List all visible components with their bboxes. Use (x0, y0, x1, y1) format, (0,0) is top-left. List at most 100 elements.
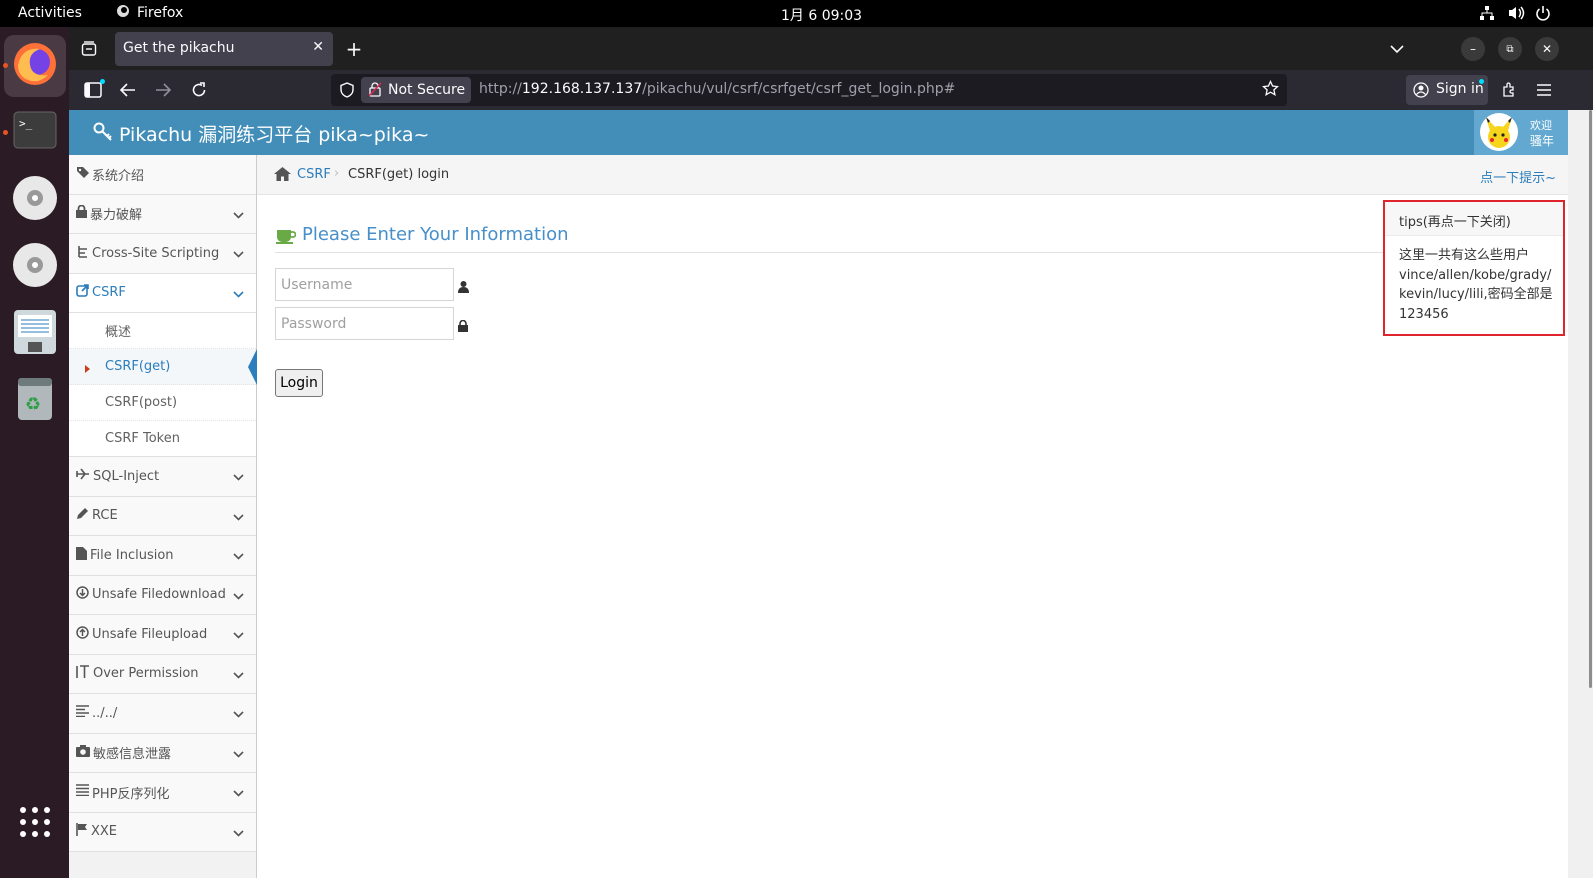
coffee-icon (276, 228, 297, 248)
dock-text-editor[interactable] (10, 309, 60, 359)
sidebar-item-unsafe-fileupload[interactable]: Unsafe Fileupload (69, 615, 256, 655)
scrollbar-thumb[interactable] (1589, 110, 1592, 688)
maximize-window-icon[interactable]: ⧉ (1498, 37, 1522, 61)
breadcrumb-current: CSRF(get) login (348, 167, 450, 182)
user-menu[interactable]: 欢迎 骚年 (1474, 110, 1568, 155)
url-bar[interactable]: Not Secure http://192.168.137.137/pikach… (331, 74, 1287, 106)
tab-title: Get the pikachu (123, 40, 235, 56)
sidebar-item-intro[interactable]: 系统介绍 (69, 155, 256, 195)
chevron-down-icon (233, 628, 244, 643)
tab-overview-icon[interactable] (77, 37, 101, 61)
system-top-bar: Activities Firefox 1月 6 09:03 (0, 0, 1593, 27)
back-icon[interactable] (116, 78, 140, 102)
sidebar-item-rce[interactable]: RCE (69, 496, 256, 536)
show-apps-button[interactable] (10, 799, 60, 849)
terminal-icon: >_ (13, 111, 57, 153)
sidebar-sub-csrf-post[interactable]: CSRF(post) (69, 385, 256, 421)
list-all-tabs-icon[interactable] (1385, 37, 1409, 61)
optical-disc-icon (12, 175, 58, 225)
list-icon (76, 784, 89, 800)
sidebar-item-xss[interactable]: Cross-Site Scripting (69, 234, 256, 274)
dock-trash[interactable]: ♻ (10, 376, 60, 426)
upload-icon (76, 626, 89, 643)
notification-dot (100, 79, 105, 84)
sidebar-sub-overview[interactable]: 概述 (69, 313, 256, 349)
url-text[interactable]: http://192.168.137.137/pikachu/vul/csrf/… (479, 81, 955, 97)
key-icon (93, 122, 113, 146)
page-scrollbar[interactable] (1568, 110, 1593, 878)
chevron-down-icon (233, 668, 244, 683)
not-secure-indicator[interactable]: Not Secure (361, 77, 471, 103)
password-input[interactable] (275, 307, 454, 340)
dock-disc-2[interactable] (10, 242, 60, 292)
chevron-down-icon (233, 208, 244, 223)
login-button[interactable]: Login (275, 369, 323, 397)
breadcrumb: CSRF › CSRF(get) login 点一下提示~ (257, 155, 1568, 195)
power-icon[interactable] (1535, 5, 1551, 25)
forward-icon[interactable] (151, 78, 175, 102)
activities-button[interactable]: Activities (18, 5, 82, 21)
sidebar-item-sql-inject[interactable]: SQL-Inject (69, 457, 256, 497)
insecure-lock-icon (368, 82, 382, 101)
tab-strip: Get the pikachu ✕ + – ⧉ ✕ (69, 27, 1593, 70)
chevron-down-icon (233, 747, 244, 762)
sidebar-sub-csrf-token[interactable]: CSRF Token (69, 421, 256, 457)
tips-title: tips(再点一下关闭) (1385, 202, 1563, 236)
active-app-label[interactable]: Firefox (137, 5, 183, 21)
dock-firefox[interactable] (4, 35, 66, 97)
sidebar-item-csrf[interactable]: CSRF (69, 273, 256, 313)
svg-text:♻: ♻ (25, 394, 41, 415)
welcome-name: 骚年 (1530, 134, 1555, 148)
heading-divider (275, 252, 1385, 253)
extensions-icon[interactable] (1497, 78, 1521, 102)
bookmark-star-icon[interactable] (1262, 79, 1279, 101)
running-indicator (3, 130, 8, 135)
sign-in-button[interactable]: Sign in (1406, 75, 1488, 105)
minimize-window-icon[interactable]: – (1461, 37, 1485, 61)
sidebar-item-php-unserialize[interactable]: PHP反序列化 (69, 773, 256, 813)
clock[interactable]: 1月 6 09:03 (781, 5, 862, 25)
sitemap-icon (76, 245, 89, 262)
volume-icon[interactable] (1507, 5, 1525, 25)
avatar (1480, 113, 1518, 151)
sidebar-item-xxe[interactable]: XXE (69, 812, 256, 852)
dock-disc-1[interactable] (10, 175, 60, 225)
username-input[interactable] (275, 268, 454, 301)
sidebar-item-unsafe-filedownload[interactable]: Unsafe Filedownload (69, 575, 256, 615)
tips-line: vince/allen/kobe/grady/ (1399, 267, 1552, 283)
sidebar-sub-label: 概述 (105, 325, 132, 340)
sidebar-item-path-traversal[interactable]: ../../ (69, 694, 256, 734)
sidebar-item-brute-force[interactable]: 暴力破解 (69, 194, 256, 234)
breadcrumb-link-csrf[interactable]: CSRF (297, 167, 331, 182)
sidebar-item-label: Over Permission (93, 666, 199, 682)
firefox-small-icon (116, 4, 130, 22)
sidebar-item-file-inclusion[interactable]: File Inclusion (69, 536, 256, 576)
dock-terminal[interactable]: >_ (10, 107, 60, 157)
app-menu-icon[interactable] (1532, 78, 1556, 102)
document-icon (13, 309, 57, 359)
sidebar-item-label: File Inclusion (90, 547, 174, 563)
sidebar-item-info-leak[interactable]: 敏感信息泄露 (69, 733, 256, 773)
camera-icon (76, 744, 90, 761)
tracking-protection-icon[interactable] (340, 82, 354, 102)
sidebar-item-label: PHP反序列化 (92, 786, 170, 802)
align-left-icon (76, 705, 89, 721)
hint-link[interactable]: 点一下提示~ (1480, 167, 1556, 186)
tips-line: 这里一共有这么些用户 (1399, 248, 1530, 263)
sidebar-sub-csrf-get[interactable]: CSRF(get) (69, 349, 257, 385)
chevron-down-icon (233, 247, 244, 262)
network-icon[interactable] (1479, 5, 1495, 25)
close-window-icon[interactable]: ✕ (1535, 37, 1559, 61)
new-tab-icon[interactable]: + (342, 37, 366, 61)
app-title[interactable]: Pikachu 漏洞练习平台 pika~pika~ (119, 120, 429, 147)
tab-get-the-pikachu[interactable]: Get the pikachu ✕ (115, 32, 333, 66)
sidebar-sub-label: CSRF(get) (105, 359, 171, 374)
close-tab-icon[interactable]: ✕ (312, 39, 324, 55)
tags-icon (76, 166, 92, 183)
reload-icon[interactable] (187, 78, 211, 102)
notification-dot (1479, 79, 1484, 84)
sidebar-toggle-icon[interactable] (81, 78, 105, 102)
home-icon[interactable] (274, 167, 291, 185)
sidebar-item-over-permission[interactable]: Over Permission (69, 654, 256, 694)
tips-popover[interactable]: tips(再点一下关闭) 这里一共有这么些用户 vince/allen/kobe… (1383, 200, 1565, 336)
